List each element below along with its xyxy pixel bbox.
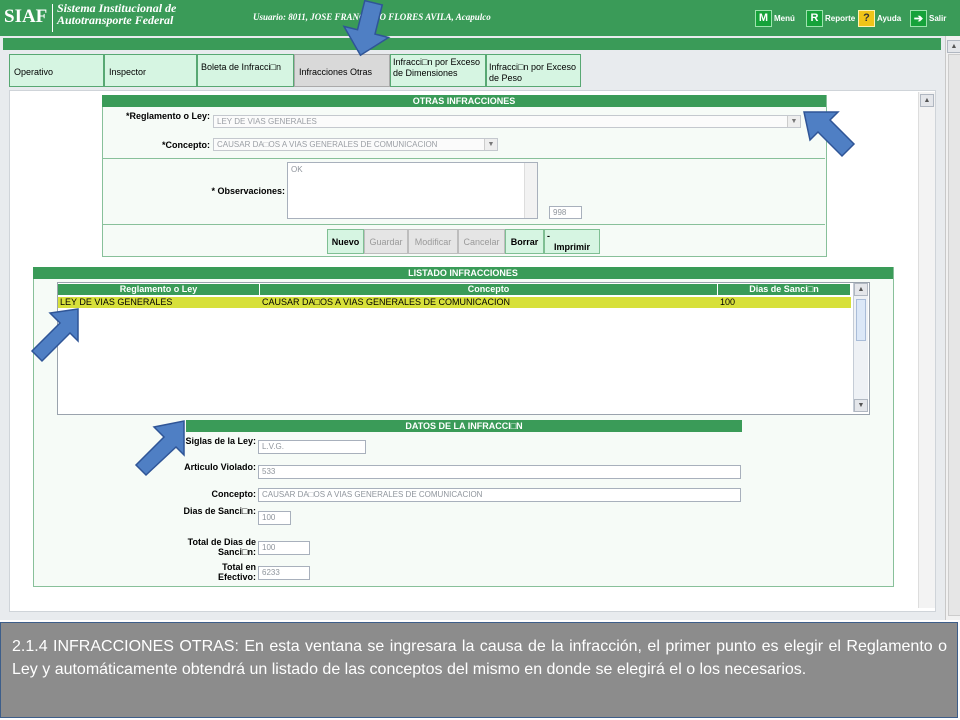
exit-arrow-icon: ➔ (910, 9, 927, 27)
observaciones-textarea[interactable]: OK (287, 162, 538, 219)
char-counter: 998 (549, 206, 582, 219)
imprimir-label: Imprimir (553, 242, 590, 252)
column-header-reglamento[interactable]: Reglamento o Ley (58, 284, 260, 295)
column-header-concepto[interactable]: Concepto (260, 284, 718, 295)
reglamento-label: *Reglamento o Ley: (125, 111, 210, 121)
help-label: Ayuda (877, 13, 902, 23)
concepto-label: *Concepto: (162, 140, 210, 150)
content-scroll-up-icon[interactable]: ▲ (920, 94, 934, 107)
report-button[interactable]: R Reporte (806, 9, 855, 27)
help-button[interactable]: ? Ayuda (858, 9, 901, 27)
scroll-down-icon[interactable]: ▼ (854, 399, 868, 412)
dias-sancion-label: Dias de Sanci□n: (183, 506, 256, 516)
system-title: Sistema Institucional de Autotransporte … (57, 2, 176, 26)
guardar-button[interactable]: Guardar (364, 229, 408, 254)
scroll-up-icon[interactable]: ▲ (854, 283, 868, 296)
total-dias-label: Total de Dias de Sanci□n: (187, 537, 256, 557)
observaciones-value: OK (291, 165, 303, 174)
exit-button[interactable]: ➔ Salir (910, 9, 946, 27)
tab-inspector[interactable]: Inspector (104, 54, 197, 87)
modificar-button[interactable]: Modificar (408, 229, 458, 254)
observaciones-label: * Observaciones: (211, 186, 285, 196)
app-logo: SIAF (4, 6, 48, 27)
frame-header-bar (3, 38, 941, 50)
column-header-dias[interactable]: Dias de Sanci□n (718, 284, 851, 295)
concepto-value: CAUSAR DA□OS A VIAS GENERALES DE COMUNIC… (217, 140, 438, 149)
report-label: Reporte (825, 13, 856, 23)
table-cell-dias: 100 (720, 297, 736, 307)
articulo-field[interactable]: 533 (258, 465, 741, 479)
total-dias-field[interactable]: 100 (258, 541, 310, 555)
annotation-arrow-icon (134, 420, 185, 477)
imprimir-dash: - (547, 231, 550, 241)
annotation-arrow-icon (30, 308, 79, 363)
total-efectivo-label: Total en Efectivo: (217, 562, 256, 582)
nuevo-button[interactable]: Nuevo (327, 229, 364, 254)
help-icon: ? (858, 9, 875, 27)
page-scroll-thumb[interactable] (948, 54, 960, 616)
tab-exceso-dimensiones[interactable]: Infracci□n por Exceso de Dimensiones (390, 54, 486, 87)
panel-divider (103, 158, 825, 159)
datos-concepto-field[interactable]: CAUSAR DA□OS A VIAS GENERALES DE COMUNIC… (258, 488, 741, 502)
reglamento-select[interactable]: LEY DE VIAS GENERALES ▼ (213, 115, 801, 128)
menu-icon: M (755, 9, 772, 27)
siglas-label: Siglas de la Ley: (185, 436, 256, 446)
table-cell-concepto: CAUSAR DA□OS A VIAS GENERALES DE COMUNIC… (262, 297, 510, 307)
borrar-button[interactable]: Borrar (505, 229, 544, 254)
annotation-arrow-icon (342, 0, 391, 57)
listado-scrollbar[interactable]: ▲ ▼ (853, 283, 868, 412)
total-efectivo-field[interactable]: 6233 (258, 566, 310, 580)
panel-divider (103, 224, 825, 225)
textarea-scrollbar[interactable] (524, 163, 537, 218)
datos-concepto-label: Concepto: (211, 489, 257, 499)
chevron-down-icon[interactable]: ▼ (484, 139, 497, 150)
cancelar-button[interactable]: Cancelar (458, 229, 505, 254)
exit-label: Salir (929, 13, 947, 23)
table-cell-reglamento: LEY DE VIAS GENERALES (60, 297, 173, 307)
siglas-field[interactable]: L.V.G. (258, 440, 366, 454)
content-scrollbar[interactable]: ▲ (918, 92, 935, 608)
concepto-select[interactable]: CAUSAR DA□OS A VIAS GENERALES DE COMUNIC… (213, 138, 498, 151)
dias-sancion-field[interactable]: 100 (258, 511, 291, 525)
system-title-line2: Autotransporte Federal (57, 13, 174, 27)
page-scroll-up-icon[interactable]: ▲ (947, 40, 960, 53)
report-icon: R (806, 9, 823, 27)
tab-exceso-peso[interactable]: Infracci□n por Exceso de Peso (486, 54, 581, 87)
menu-button[interactable]: M Menú (755, 9, 795, 27)
page-scrollbar[interactable]: ▲ (945, 36, 960, 620)
menu-label: Menú (774, 13, 795, 23)
tab-operativo[interactable]: Operativo (9, 54, 104, 87)
otras-infracciones-header: OTRAS INFRACCIONES (102, 95, 826, 107)
annotation-arrow-icon (803, 111, 856, 158)
listado-header: LISTADO INFRACCIONES (33, 267, 893, 279)
articulo-label: Articulo Violado: (184, 462, 256, 472)
caption-text: 2.1.4 INFRACCIONES OTRAS: En esta ventan… (0, 622, 958, 718)
imprimir-button[interactable]: - Imprimir (544, 229, 600, 254)
logo-divider (52, 4, 53, 32)
datos-header: DATOS DE LA INFRACCI□N (186, 420, 742, 432)
scroll-thumb[interactable] (856, 299, 866, 341)
tab-boleta-infraccion[interactable]: Boleta de Infracci□n (197, 54, 294, 87)
reglamento-value: LEY DE VIAS GENERALES (217, 117, 317, 126)
